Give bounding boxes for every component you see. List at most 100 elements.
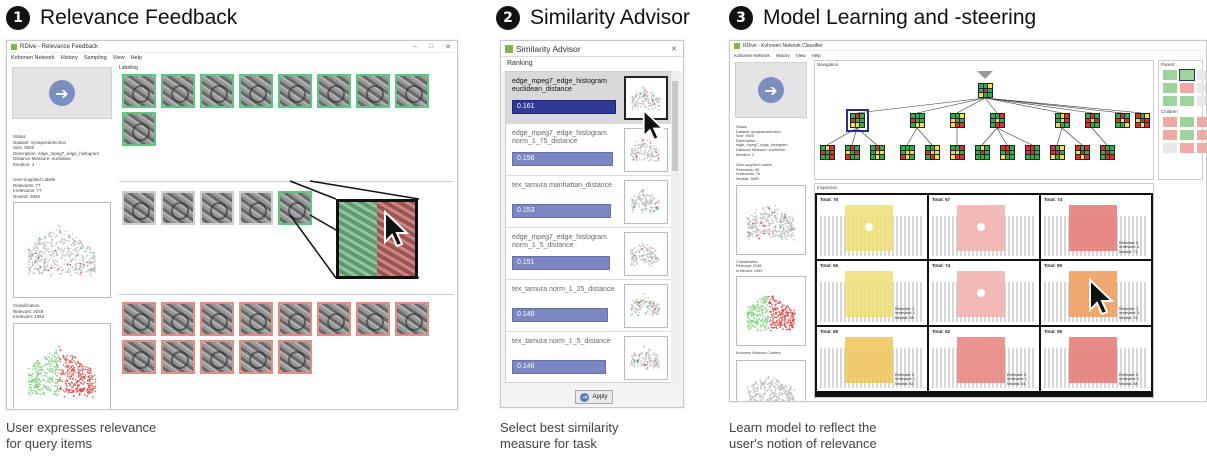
irrelevant-tile[interactable] [395,302,429,336]
relevant-tile[interactable] [122,112,156,146]
som-node[interactable] [1075,145,1090,160]
som-node[interactable] [820,145,835,160]
menu-help[interactable]: Help [131,55,142,61]
som-node[interactable] [900,145,915,160]
node-thumbnail[interactable] [1197,143,1206,153]
menu-history[interactable]: History [776,53,790,58]
som-node[interactable] [846,109,869,132]
node-thumbnail[interactable] [1180,117,1194,127]
som-node[interactable] [975,145,990,160]
node-thumbnail[interactable] [1163,83,1177,93]
ranking-item[interactable]: tex_tamura manhattan_distance 0.153 [506,176,674,228]
node-thumbnail[interactable] [1163,96,1177,106]
close-icon[interactable]: ✕ [445,43,451,51]
neutral-tile[interactable] [122,191,156,225]
node-thumbnail[interactable] [1197,83,1206,93]
node-thumbnail[interactable] [1180,96,1194,106]
som-cell-inspection[interactable]: Total: 85 Relevant: 2 Irrelevant: 1 Neutr… [817,327,927,391]
scatter-point [753,398,755,401]
irrelevant-tile[interactable] [239,340,273,374]
som-node[interactable] [1135,113,1150,128]
menu-sampling[interactable]: Sampling [84,55,107,61]
relevant-tile[interactable] [395,74,429,108]
menu-kohonen-network[interactable]: Kohonen Network [734,53,770,58]
som-node[interactable] [1085,113,1100,128]
ranking-item[interactable]: tex_tamura norm_1_5_distance 0.146 [506,332,674,382]
som-node[interactable] [1115,113,1130,128]
node-thumbnail[interactable] [1197,96,1206,106]
next-iteration-button[interactable]: ➔ [735,62,807,118]
irrelevant-tile[interactable] [317,302,351,336]
som-node[interactable] [950,145,965,160]
irrelevant-tile[interactable] [122,302,156,336]
node-thumbnail[interactable] [1179,69,1195,81]
som-node[interactable] [978,83,993,98]
irrelevant-tile[interactable] [200,340,234,374]
relevant-tile[interactable] [317,74,351,108]
ranking-item[interactable]: tex_tamura norm_1_25_distance 0.149 [506,280,674,332]
relevant-tile[interactable] [161,74,195,108]
som-cell-inspection[interactable]: Total: 76 [817,195,927,259]
irrelevant-tile[interactable] [278,340,312,374]
som-node[interactable] [1025,145,1040,160]
irrelevant-tile[interactable] [239,302,273,336]
node-thumbnail[interactable] [1163,130,1177,140]
node-thumbnail[interactable] [1163,70,1177,80]
ranking-scrollbar[interactable] [671,71,679,383]
menu-help[interactable]: Help [811,53,820,58]
som-node[interactable] [870,145,885,160]
node-thumbnail[interactable] [1180,130,1194,140]
ranking-item[interactable]: edge_mpeg7_edge_histogram norm_1_5_dista… [506,228,674,280]
irrelevant-tile[interactable] [161,340,195,374]
scrollbar-thumb[interactable] [672,81,678,171]
relevant-tile[interactable] [200,74,234,108]
maximize-icon[interactable]: □ [429,43,433,51]
irrelevant-tile[interactable] [356,302,390,336]
irrelevant-tile[interactable] [161,302,195,336]
som-cell-inspection[interactable]: Total: 90 Relevant: 0 Irrelevant: 2 Neutr… [1041,327,1151,391]
node-thumbnail[interactable] [1197,117,1206,127]
irrelevant-tile[interactable] [122,340,156,374]
menu-view[interactable]: View [796,53,806,58]
relevant-tile[interactable] [239,74,273,108]
som-cell-inspection[interactable]: Total: 74 Relevant: 0 Irrelevant: 3 Neutr… [1041,195,1151,259]
som-node[interactable] [1100,145,1115,160]
node-thumbnail[interactable] [1163,143,1177,153]
irrelevant-tile[interactable] [200,302,234,336]
menu-history[interactable]: History [61,55,78,61]
som-node[interactable] [1000,145,1015,160]
som-node[interactable] [1055,113,1070,128]
apply-button[interactable]: ➔ Apply [575,390,613,404]
next-iteration-button[interactable]: ➔ [12,67,112,119]
menu-view[interactable]: View [113,55,125,61]
relevant-tile[interactable] [356,74,390,108]
som-cell-inspection[interactable]: Total: 74 [929,261,1039,325]
som-cell-inspection[interactable]: Total: 60 Relevant: 1 Irrelevant: 1 Neutr… [817,261,927,325]
som-node[interactable] [845,145,860,160]
node-thumbnail[interactable] [1163,117,1177,127]
relevant-tile[interactable] [278,74,312,108]
som-node[interactable] [990,113,1005,128]
som-node[interactable] [1050,145,1065,160]
irrelevant-tile[interactable] [278,302,312,336]
node-thumbnail[interactable] [1180,83,1194,93]
som-cell-inspection[interactable]: Total: 62 Relevant: 0 Irrelevant: 1 Neutr… [929,327,1039,391]
zoom-relevant-half[interactable] [339,202,377,276]
neutral-tile[interactable] [161,191,195,225]
som-node[interactable] [925,145,940,160]
som-node[interactable] [910,113,925,128]
scatter-point [767,206,770,209]
node-thumbnail[interactable] [1197,130,1206,140]
neutral-tile[interactable] [278,191,312,225]
som-node[interactable] [950,113,965,128]
relevant-tile[interactable] [122,74,156,108]
menu-kohonen-network[interactable]: Kohonen Network [11,55,55,61]
scatter-point [768,232,770,235]
close-icon[interactable]: ✕ [671,45,677,53]
som-cell-inspection[interactable]: Total: 67 [929,195,1039,259]
neutral-tile[interactable] [239,191,273,225]
neutral-tile[interactable] [200,191,234,225]
minimize-icon[interactable]: – [413,43,417,51]
node-thumbnail[interactable] [1197,70,1206,80]
node-thumbnail[interactable] [1180,143,1194,153]
